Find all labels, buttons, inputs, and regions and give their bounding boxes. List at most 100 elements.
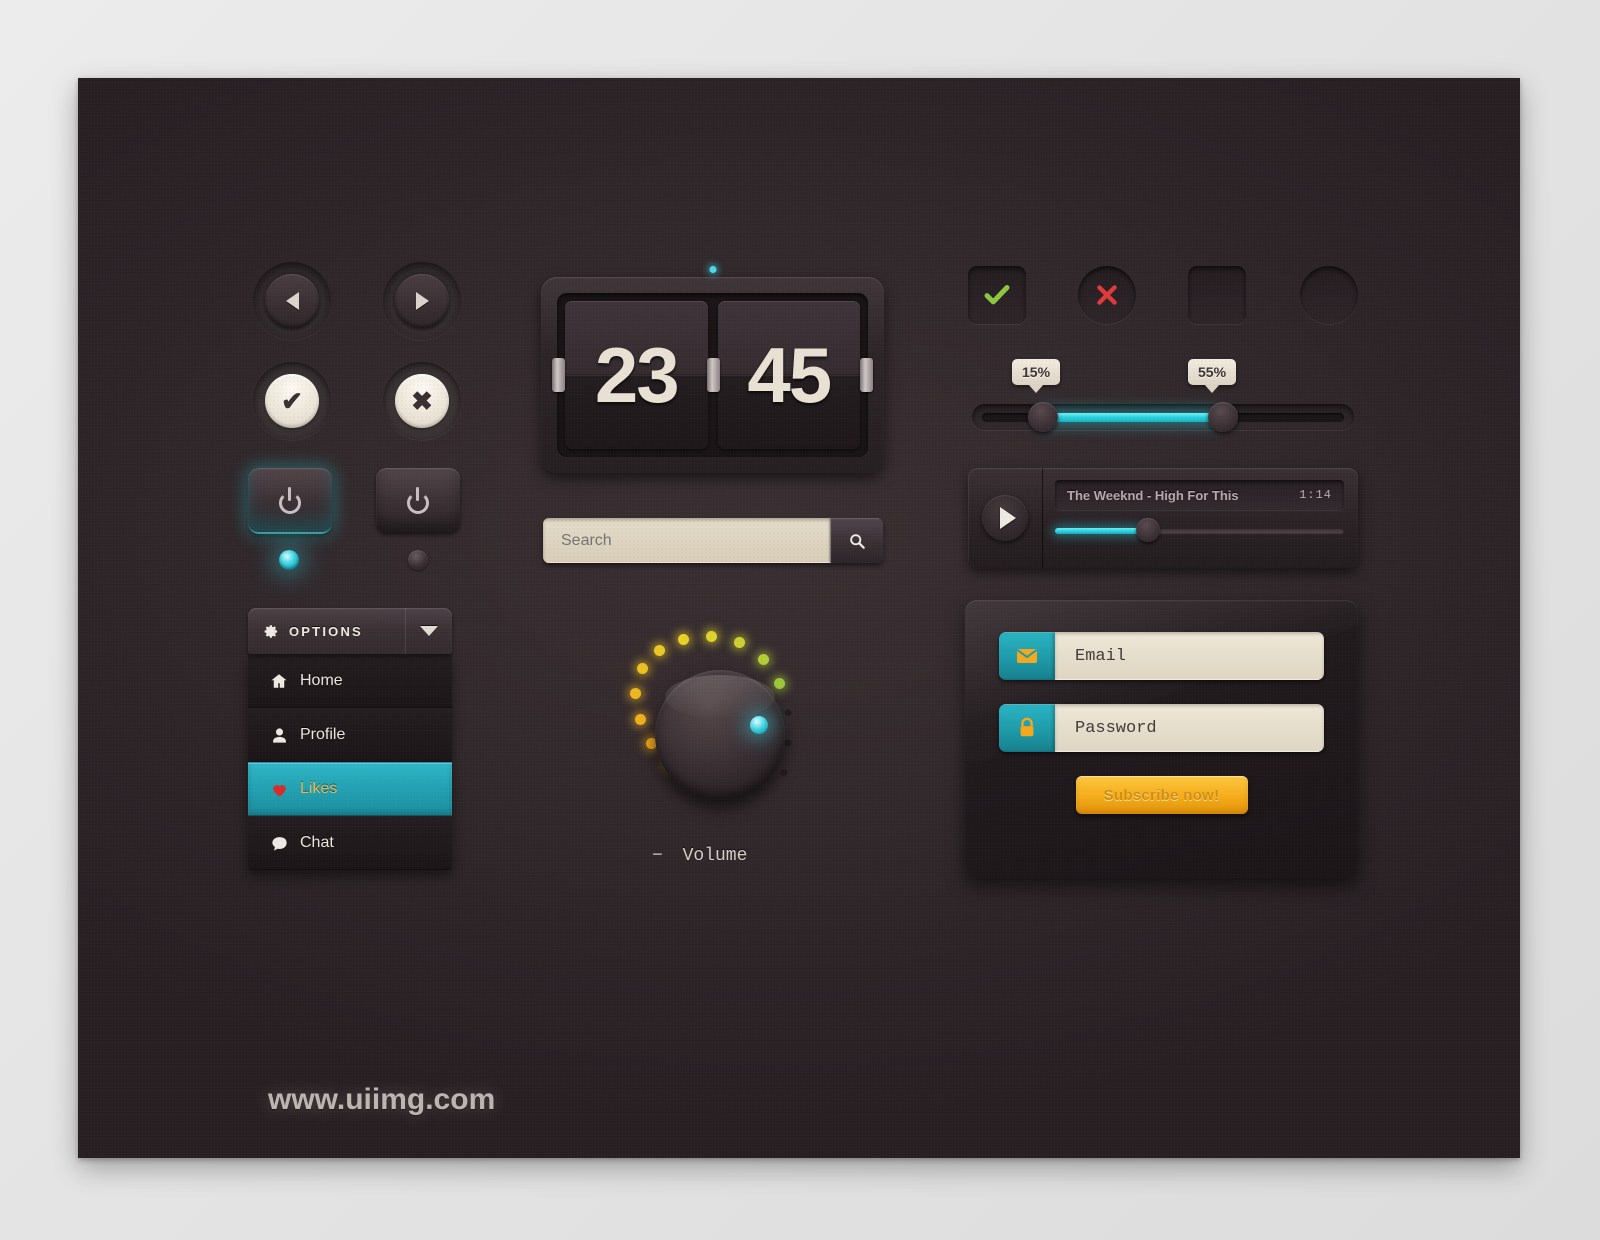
clock-minutes-card: 45 xyxy=(717,301,860,449)
menu-item-home[interactable]: Home xyxy=(248,654,452,708)
ui-kit-panel: ✔ ✖ OPTIONS Home Profile Likes Chat 23 4… xyxy=(78,78,1520,1158)
home-icon xyxy=(266,672,292,690)
range-slider[interactable] xyxy=(972,402,1354,432)
triangle-right-icon xyxy=(415,292,429,310)
page-background: ✔ ✖ OPTIONS Home Profile Likes Chat 23 4… xyxy=(0,0,1600,1240)
subscribe-button[interactable]: Subscribe now! xyxy=(1075,776,1248,814)
clock-led-icon xyxy=(709,266,716,273)
track-time: 1:14 xyxy=(1299,488,1332,502)
envelope-icon xyxy=(999,632,1055,680)
reject-button[interactable]: ✖ xyxy=(395,374,449,428)
cross-icon xyxy=(1097,285,1117,305)
power-button-off[interactable] xyxy=(376,468,460,532)
menu-item-profile[interactable]: Profile xyxy=(248,708,452,762)
gear-icon xyxy=(264,624,278,638)
volume-led-off xyxy=(780,768,788,776)
search-bar xyxy=(543,518,883,563)
slider-tooltip-min: 15% xyxy=(1012,359,1061,385)
player-progress[interactable] xyxy=(1055,518,1344,542)
slider-tooltip-min-text: 15% xyxy=(1022,364,1051,380)
play-icon xyxy=(999,507,1016,529)
password-field-row xyxy=(999,704,1324,752)
search-icon xyxy=(850,533,865,549)
volume-led xyxy=(635,714,646,725)
prev-button[interactable] xyxy=(265,274,319,328)
power-button-on[interactable] xyxy=(248,468,332,534)
accept-button[interactable]: ✔ xyxy=(265,374,319,428)
menu-item-label: Chat xyxy=(300,834,334,851)
clock-hinge-center xyxy=(706,358,720,392)
player-controls xyxy=(968,468,1043,568)
volume-led xyxy=(706,631,717,642)
volume-led xyxy=(758,654,769,665)
track-display: The Weeknd - High For This 1:14 xyxy=(1055,480,1344,510)
slider-handle-min[interactable] xyxy=(1028,402,1058,432)
radio-rejected[interactable] xyxy=(1078,266,1136,324)
options-dropdown-header[interactable]: OPTIONS xyxy=(248,608,452,654)
clock-hours: 23 xyxy=(594,330,680,419)
options-dropdown-label: OPTIONS xyxy=(289,623,363,639)
volume-led xyxy=(678,634,689,645)
email-field-row xyxy=(999,632,1324,680)
progress-handle[interactable] xyxy=(1135,518,1160,542)
led-indicator-off xyxy=(408,550,428,570)
player-info: The Weeknd - High For This 1:14 xyxy=(1043,468,1358,568)
search-field-wrap xyxy=(543,518,831,563)
chevron-down-button[interactable] xyxy=(405,608,452,654)
clock-hours-card: 23 xyxy=(565,301,708,449)
led-indicator-on xyxy=(279,550,299,570)
volume-led-off xyxy=(784,738,792,746)
volume-led xyxy=(774,678,785,689)
track-title: The Weeknd - High For This xyxy=(1067,487,1239,503)
power-icon xyxy=(405,487,431,514)
email-input[interactable] xyxy=(1073,645,1308,667)
search-input[interactable] xyxy=(559,530,808,551)
chevron-down-icon xyxy=(420,626,438,636)
password-input-wrap xyxy=(1055,704,1324,752)
knob-indicator-icon xyxy=(750,716,768,734)
cross-icon: ✖ xyxy=(411,386,433,416)
menu-item-label: Likes xyxy=(300,780,338,797)
flip-clock-inner: 23 45 xyxy=(552,293,873,457)
menu-item-label: Profile xyxy=(300,726,346,743)
volume-led-off xyxy=(784,708,792,716)
options-dropdown-list: Home Profile Likes Chat xyxy=(248,654,452,870)
volume-led xyxy=(734,637,745,648)
heart-icon xyxy=(266,780,292,799)
slider-fill xyxy=(1042,413,1222,422)
menu-item-chat[interactable]: Chat xyxy=(248,816,452,870)
radio-empty[interactable] xyxy=(1300,266,1358,324)
password-input[interactable] xyxy=(1073,717,1308,739)
search-button[interactable] xyxy=(831,518,883,563)
triangle-left-icon xyxy=(285,292,299,310)
volume-led xyxy=(630,688,641,699)
progress-fill xyxy=(1055,528,1142,534)
chat-bubble-icon xyxy=(266,834,292,853)
checkbox-checked[interactable] xyxy=(968,266,1026,324)
slider-tooltip-max: 55% xyxy=(1188,359,1237,385)
power-icon xyxy=(277,487,303,514)
options-dropdown: OPTIONS Home Profile Likes Chat xyxy=(248,608,452,870)
clock-hinge-left xyxy=(552,358,565,392)
user-icon xyxy=(266,727,292,744)
slider-tooltip-max-text: 55% xyxy=(1198,364,1227,380)
lock-icon xyxy=(999,704,1055,752)
volume-led xyxy=(637,663,648,674)
check-icon xyxy=(984,285,1010,305)
menu-item-likes[interactable]: Likes xyxy=(248,762,452,816)
slider-handle-max[interactable] xyxy=(1208,402,1238,432)
volume-knob[interactable] xyxy=(655,670,785,800)
play-button[interactable] xyxy=(982,495,1028,541)
volume-label: Volume xyxy=(682,846,748,866)
next-button[interactable] xyxy=(395,274,449,328)
clock-hinge-right xyxy=(860,358,873,392)
checkbox-empty[interactable] xyxy=(1188,266,1246,324)
signup-form: Subscribe now! xyxy=(965,600,1358,878)
site-watermark: www.uiimg.com xyxy=(268,1083,496,1116)
volume-knob-control[interactable]: − Volume xyxy=(610,628,820,866)
email-input-wrap xyxy=(1055,632,1324,680)
clock-minutes: 45 xyxy=(747,330,832,419)
music-player: The Weeknd - High For This 1:14 xyxy=(968,468,1358,568)
menu-item-label: Home xyxy=(300,672,343,689)
check-icon: ✔ xyxy=(281,386,303,416)
